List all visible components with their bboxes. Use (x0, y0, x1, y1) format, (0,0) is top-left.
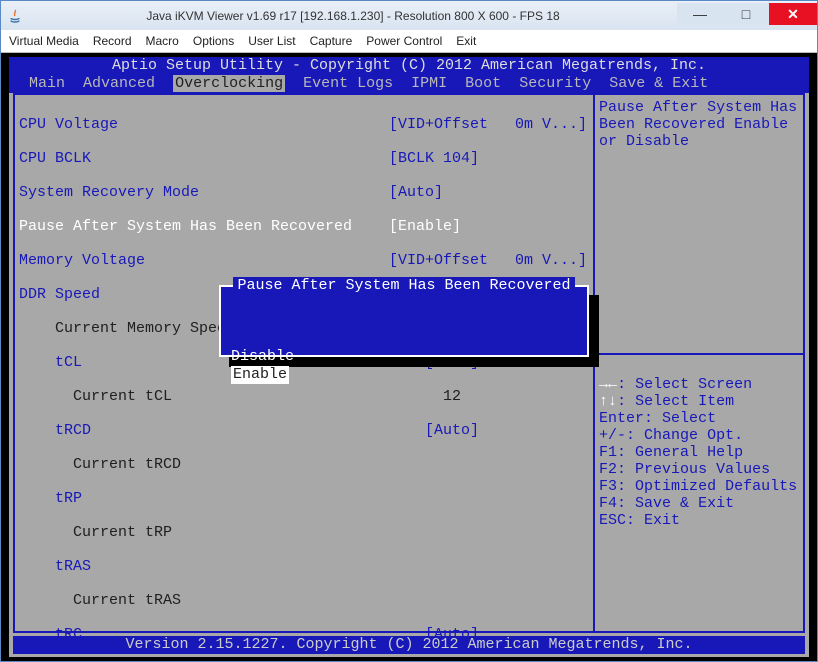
help-text: Pause After System Has Been Recovered En… (595, 95, 803, 353)
close-button[interactable]: ✕ (769, 3, 817, 25)
menu-options[interactable]: Options (193, 34, 234, 48)
tab-save-exit[interactable]: Save & Exit (609, 75, 708, 92)
menubar: Virtual Media Record Macro Options User List… (1, 30, 817, 53)
window: Java iKVM Viewer v1.69 r17 [192.168.1.23… (0, 0, 818, 662)
menu-capture[interactable]: Capture (310, 34, 353, 48)
trp-value[interactable] (425, 490, 587, 507)
bios-header: Aptio Setup Utility - Copyright (C) 2012… (9, 57, 809, 75)
settings-panel: CPU Voltage[VID+Offset 0m V...] CPU BCLK… (15, 95, 593, 631)
trp-label[interactable]: tRP (19, 490, 425, 507)
bios-tabs: Main Advanced Overclocking Event Logs IP… (9, 75, 809, 93)
tras-label[interactable]: tRAS (19, 558, 425, 575)
maximize-button[interactable]: □ (723, 3, 769, 25)
menu-macro[interactable]: Macro (146, 34, 179, 48)
tab-overclocking[interactable]: Overclocking (173, 75, 285, 92)
cpu-voltage-label[interactable]: CPU Voltage (19, 116, 389, 133)
help-panel: Pause After System Has Been Recovered En… (593, 95, 803, 631)
tab-boot[interactable]: Boot (465, 75, 501, 92)
trcd-label[interactable]: tRCD (19, 422, 425, 439)
bios-body: CPU Voltage[VID+Offset 0m V...] CPU BCLK… (13, 93, 805, 633)
dialog-option-disable[interactable]: Disable (221, 348, 587, 366)
menu-record[interactable]: Record (93, 34, 132, 48)
tab-ipmi[interactable]: IPMI (411, 75, 447, 92)
tab-security[interactable]: Security (519, 75, 591, 92)
bios-area: Aptio Setup Utility - Copyright (C) 2012… (1, 53, 817, 661)
cur-trcd-value (443, 456, 587, 473)
trcd-value[interactable]: [Auto] (425, 422, 587, 439)
mem-voltage-value[interactable]: [VID+Offset 0m V...] (389, 252, 587, 269)
cpu-bclk-label[interactable]: CPU BCLK (19, 150, 389, 167)
window-buttons: — □ ✕ (677, 6, 817, 25)
bios-screen: Aptio Setup Utility - Copyright (C) 2012… (9, 57, 809, 657)
tras-value[interactable] (425, 558, 587, 575)
sys-recovery-value[interactable]: [Auto] (389, 184, 587, 201)
window-title: Java iKVM Viewer v1.69 r17 [192.168.1.23… (29, 9, 677, 23)
key-legend: →←: Select Screen ↑↓: Select Item Enter:… (595, 353, 803, 631)
bios-footer: Version 2.15.1227. Copyright (C) 2012 Am… (13, 636, 805, 654)
menu-exit[interactable]: Exit (456, 34, 476, 48)
menu-power-control[interactable]: Power Control (366, 34, 442, 48)
cur-trp-label: Current tRP (19, 524, 443, 541)
minimize-button[interactable]: — (677, 3, 723, 25)
popup-dialog: Pause After System Has Been Recovered Di… (219, 285, 589, 357)
tab-event-logs[interactable]: Event Logs (303, 75, 393, 92)
pause-after-value[interactable]: [Enable] (389, 218, 587, 235)
pause-after-label[interactable]: Pause After System Has Been Recovered (19, 218, 389, 235)
titlebar: Java iKVM Viewer v1.69 r17 [192.168.1.23… (1, 1, 817, 30)
cpu-voltage-value[interactable]: [VID+Offset 0m V...] (389, 116, 587, 133)
java-icon (7, 8, 23, 24)
menu-user-list[interactable]: User List (248, 34, 295, 48)
menu-virtual-media[interactable]: Virtual Media (9, 34, 79, 48)
tab-advanced[interactable]: Advanced (83, 75, 155, 92)
cur-tras-label: Current tRAS (19, 592, 443, 609)
cur-trcd-label: Current tRCD (19, 456, 443, 473)
dialog-title: Pause After System Has Been Recovered (221, 277, 587, 294)
sys-recovery-label[interactable]: System Recovery Mode (19, 184, 389, 201)
mem-voltage-label[interactable]: Memory Voltage (19, 252, 389, 269)
dialog-option-enable[interactable]: Enable (221, 366, 587, 384)
tab-main[interactable]: Main (29, 75, 65, 92)
cpu-bclk-value[interactable]: [BCLK 104] (389, 150, 587, 167)
cur-tras-value (443, 592, 587, 609)
cur-trp-value (443, 524, 587, 541)
